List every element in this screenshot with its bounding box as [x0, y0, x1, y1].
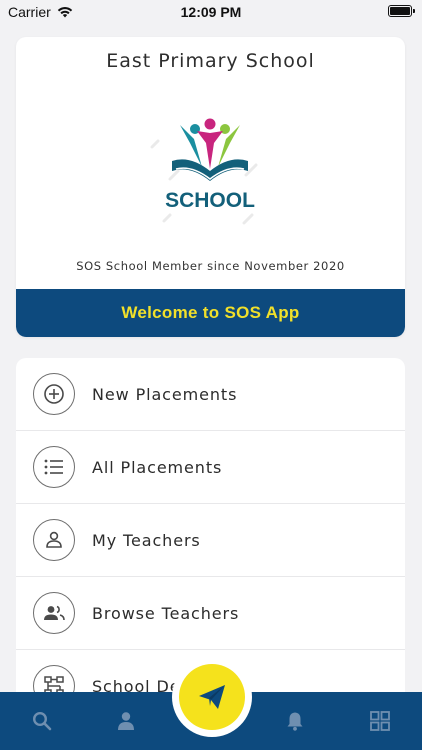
send-icon: [199, 685, 225, 709]
menu-item-browse-teachers[interactable]: Browse Teachers: [16, 577, 405, 650]
school-name: East Primary School: [106, 50, 315, 72]
school-card: East Primary School SCHOOL SOS School Me…: [16, 37, 405, 337]
battery-icon: [388, 5, 415, 17]
school-logo: SCHOOL: [150, 118, 258, 225]
menu-item-my-teachers[interactable]: My Teachers: [16, 504, 405, 577]
member-since-text: SOS School Member since November 2020: [76, 259, 345, 273]
profile-icon[interactable]: [116, 711, 136, 731]
plus-circle-icon: [33, 373, 75, 415]
status-bar: Carrier 12:09 PM: [0, 0, 422, 24]
status-time: 12:09 PM: [180, 4, 242, 20]
list-icon: [33, 446, 75, 488]
grid-icon[interactable]: [370, 711, 390, 731]
menu-item-label: New Placements: [92, 384, 238, 404]
menu-item-label: My Teachers: [92, 530, 201, 550]
person-icon: [33, 519, 75, 561]
welcome-text: Welcome to SOS App: [121, 303, 300, 322]
search-icon[interactable]: [32, 711, 52, 731]
welcome-banner: Welcome to SOS App: [16, 289, 405, 337]
menu-item-all-placements[interactable]: All Placements: [16, 431, 405, 504]
bell-icon[interactable]: [285, 711, 305, 731]
logo-text: SCHOOL: [165, 189, 255, 212]
people-icon: [33, 592, 75, 634]
menu-item-label: All Placements: [92, 457, 223, 477]
fab-ring: [172, 657, 252, 737]
menu-item-label: Browse Teachers: [92, 603, 240, 623]
menu-item-new-placements[interactable]: New Placements: [16, 358, 405, 431]
send-button[interactable]: [179, 664, 245, 730]
